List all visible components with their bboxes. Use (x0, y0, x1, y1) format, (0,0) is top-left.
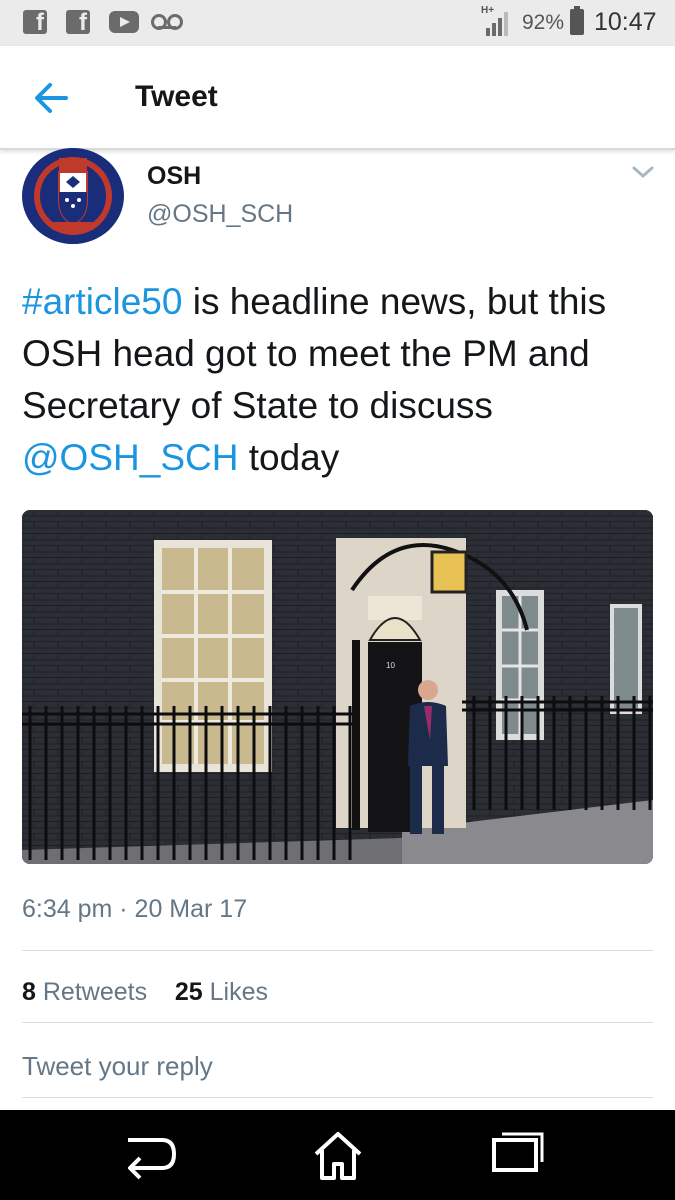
reply-input[interactable]: Tweet your reply (22, 1051, 213, 1082)
retweets-count: 8 (22, 978, 36, 1006)
hashtag-link[interactable]: #article50 (22, 281, 182, 322)
arrow-left-icon (35, 83, 68, 113)
downing-street-photo: 10 (22, 510, 653, 864)
tweet-stats: 8 Retweets 25 Likes (22, 978, 268, 1007)
recents-nav-icon (492, 1132, 544, 1172)
tweet-photo[interactable]: 10 (22, 510, 653, 864)
display-name[interactable]: OSH (147, 162, 201, 191)
back-button[interactable] (30, 78, 72, 118)
retweets-stat[interactable]: 8 Retweets (22, 978, 147, 1006)
system-nav-bar (0, 1110, 675, 1200)
divider (22, 1097, 653, 1098)
back-nav-icon (128, 1138, 176, 1180)
divider (22, 950, 653, 951)
chevron-down-icon (632, 166, 654, 179)
tweet-options-button[interactable] (630, 162, 656, 182)
svg-text:10: 10 (386, 661, 395, 670)
divider (22, 1022, 653, 1023)
status-bar: H+ 92% 10:47 (0, 0, 675, 46)
likes-stat[interactable]: 25 Likes (175, 978, 268, 1006)
school-crest-logo (25, 148, 121, 244)
youtube-icon (109, 11, 139, 33)
avatar[interactable] (22, 148, 124, 244)
likes-label: Likes (209, 978, 269, 1006)
facebook-icon (23, 9, 47, 37)
page-title: Tweet (135, 80, 218, 113)
mention-link[interactable]: @OSH_SCH (22, 437, 238, 478)
battery-percent: 92% (522, 11, 565, 34)
tweet-text: #article50 is headline news, but this OS… (22, 276, 662, 484)
nav-home-button[interactable] (308, 1126, 368, 1184)
user-handle[interactable]: @OSH_SCH (147, 200, 293, 229)
tweet-timestamp: 6:34 pm · 20 Mar 17 (22, 895, 248, 923)
home-nav-icon (314, 1132, 362, 1180)
voicemail-icon (151, 14, 185, 32)
signal-icon (486, 12, 512, 36)
facebook-icon (66, 9, 90, 37)
retweets-label: Retweets (42, 978, 148, 1006)
app-bar: Tweet (0, 46, 675, 150)
clock: 10:47 (594, 8, 657, 36)
nav-back-button[interactable] (120, 1126, 180, 1184)
likes-count: 25 (174, 978, 203, 1006)
battery-icon (570, 6, 584, 35)
nav-recents-button[interactable] (488, 1126, 548, 1184)
tweet-text-part: today (238, 437, 340, 478)
